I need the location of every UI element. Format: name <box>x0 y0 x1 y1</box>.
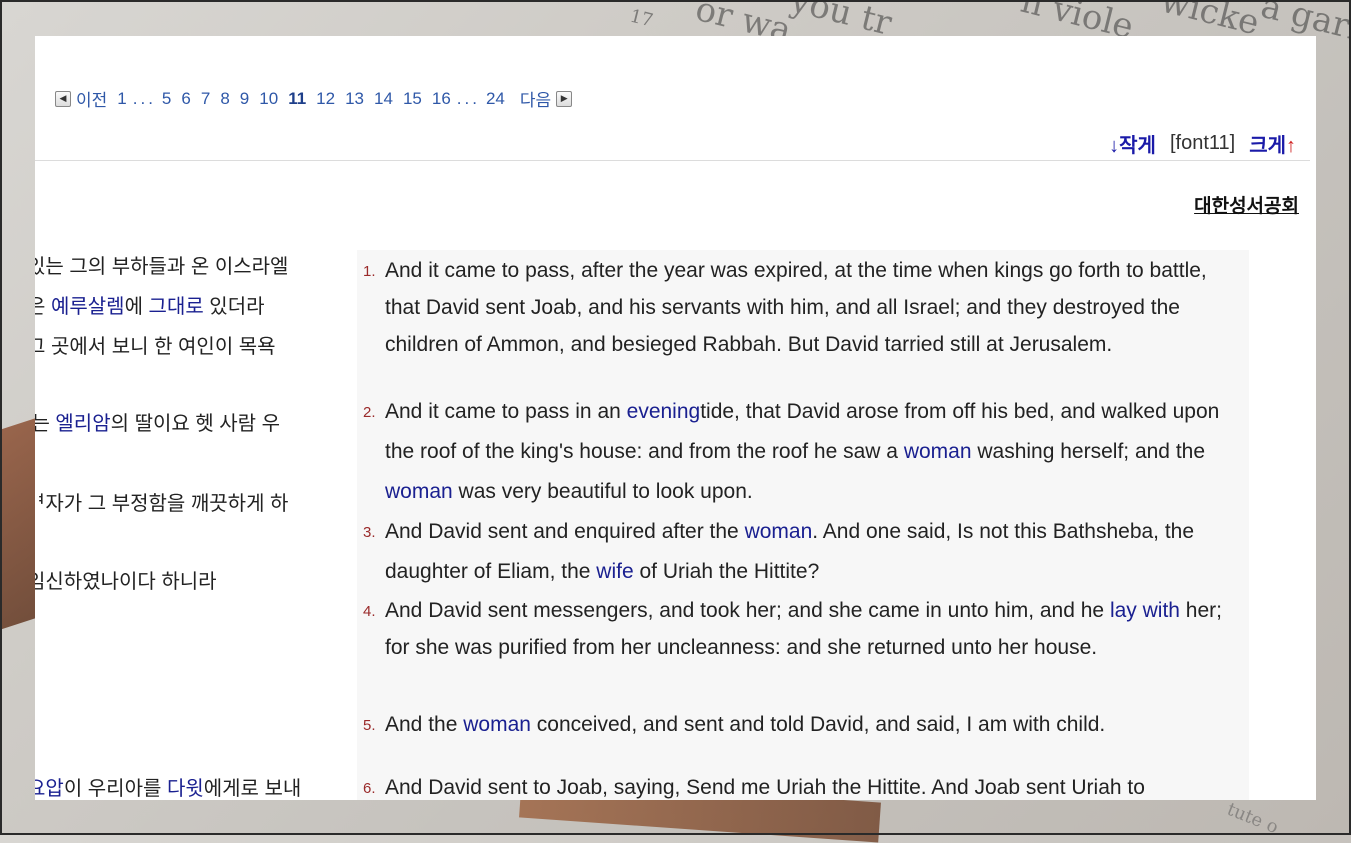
korean-line: 은 예루살렘에 그대로 있더라 <box>35 290 265 319</box>
text-fragment: 그 곳에서 보니 한 여인이 목욕 <box>35 336 276 358</box>
dictionary-link[interactable]: woman <box>463 713 531 736</box>
page-link-9[interactable]: 9 <box>240 89 249 108</box>
text-fragment: was very beautiful to look upon. <box>452 480 753 503</box>
text-fragment: And the <box>385 713 464 736</box>
text-fragment: 에 <box>124 296 149 318</box>
text-fragment: 있는 그의 부하들과 온 이스라엘 <box>35 256 289 278</box>
pagination: ◀ 이전 1... 5 6 7 8 9 10 11 12 13 14 15 16... 24 다음 ▶ <box>55 86 573 111</box>
page-link-5[interactable]: 5 <box>162 89 171 108</box>
next-arrow-icon[interactable]: ▶ <box>556 90 573 107</box>
text-fragment: And David sent to Joab, saying, Send me … <box>385 776 1145 799</box>
verse: 1. And it came to pass, after the year wa… <box>363 252 1243 363</box>
font-larger-button[interactable]: 크게↑ <box>1249 129 1296 158</box>
korean-line: l는 엘리암의 딸이요 헷 사람 우 <box>35 407 280 436</box>
page-link-10[interactable]: 10 <box>259 89 278 108</box>
font-size-indicator: [font11] <box>1169 132 1236 154</box>
text-fragment: 의 딸이요 헷 사람 우 <box>110 413 281 435</box>
verse-text: And it came to pass, after the year was … <box>385 252 1243 363</box>
next-page-link[interactable]: 다음 <box>520 86 551 111</box>
text-fragment: l는 <box>35 413 50 435</box>
page-link-16[interactable]: 16 <box>432 89 451 108</box>
verse-text: And David sent messengers, and took her;… <box>385 592 1243 666</box>
page-link-12[interactable]: 12 <box>316 89 335 108</box>
verse-number: 1. <box>363 263 376 280</box>
verse: 2. And it came to pass in an eveningtide,… <box>363 392 1243 512</box>
divider <box>35 160 1310 161</box>
dictionary-link[interactable]: woman <box>385 480 453 503</box>
dictionary-link[interactable]: 요압 <box>35 778 64 800</box>
page-ellipsis: ... <box>456 88 480 108</box>
page-link-8[interactable]: 8 <box>220 89 229 108</box>
text-fragment: And David sent and enquired after the <box>385 520 745 543</box>
verse-text: And it came to pass in an eveningtide, t… <box>385 392 1243 512</box>
page-link-13[interactable]: 13 <box>345 89 364 108</box>
english-verses-column: 1. And it came to pass, after the year wa… <box>357 250 1249 800</box>
text-fragment: 이 우리아를 <box>63 778 167 800</box>
verse-text: And David sent to Joab, saying, Send me … <box>385 770 1243 800</box>
dictionary-link[interactable]: wife <box>596 560 633 583</box>
publisher-link[interactable]: 대한성서공회 <box>1194 191 1299 218</box>
text-fragment: washing herself; and the <box>971 440 1206 463</box>
background-text: tute o <box>1224 798 1282 839</box>
verse-text: And the woman conceived, and sent and to… <box>385 707 1243 743</box>
text-fragment: of Uriah the Hittite? <box>633 560 820 583</box>
verse-number: 5. <box>363 717 376 734</box>
korean-line: 임신하였나이다 하니라 <box>35 565 217 594</box>
page-link-24[interactable]: 24 <box>486 89 505 108</box>
dictionary-link[interactable]: woman <box>745 520 813 543</box>
arrow-down-icon: ↓ <box>1109 135 1120 157</box>
dictionary-link[interactable]: 예루살렘 <box>51 296 125 318</box>
text-fragment: 에게로 보내 <box>203 778 302 800</box>
font-size-controls: ↓작게 [font11] 크게↑ <box>1109 129 1296 158</box>
korean-line: ᅧ자가 그 부정함을 깨끗하게 하 <box>35 487 288 516</box>
background-text: 17 <box>627 5 656 32</box>
dictionary-link[interactable]: 그대로 <box>149 296 204 318</box>
dictionary-link[interactable]: 엘리암 <box>55 413 110 435</box>
verse-number: 3. <box>363 524 376 541</box>
text-fragment: And it came to pass, after the year was … <box>385 259 1207 356</box>
page-link-15[interactable]: 15 <box>403 89 422 108</box>
verse-number: 2. <box>363 404 376 421</box>
korean-line: 요압이 우리아를 다윗에게로 보내 <box>35 772 301 800</box>
dictionary-link[interactable]: 다윗 <box>167 778 204 800</box>
page-link-6[interactable]: 6 <box>181 89 190 108</box>
page-ellipsis: ... <box>132 88 156 108</box>
verse: 3. And David sent and enquired after the … <box>363 512 1243 592</box>
verse-number: 6. <box>363 780 376 797</box>
page-link-1[interactable]: 1 <box>117 89 126 108</box>
verse: 5. And the woman conceived, and sent and … <box>363 707 1243 743</box>
verse-text: And David sent and enquired after the wo… <box>385 512 1243 592</box>
text-fragment: And David sent messengers, and took her;… <box>385 599 1110 622</box>
text-fragment: 임신하였나이다 하니라 <box>35 571 217 593</box>
font-smaller-label: 작게 <box>1119 135 1156 157</box>
font-larger-label: 크게 <box>1249 135 1286 157</box>
page-link-14[interactable]: 14 <box>374 89 393 108</box>
verse-number: 4. <box>363 603 376 620</box>
font-smaller-button[interactable]: ↓작게 <box>1109 129 1156 158</box>
dictionary-link[interactable]: evening <box>627 400 701 423</box>
bible-page-panel: ◀ 이전 1... 5 6 7 8 9 10 11 12 13 14 15 16... 24 다음 ▶ ↓… <box>35 36 1316 800</box>
verse: 4. And David sent messengers, and took he… <box>363 592 1243 666</box>
arrow-up-icon: ↑ <box>1286 135 1296 157</box>
text-fragment: And it came to pass in an <box>385 400 627 423</box>
text-fragment: 있더라 <box>203 296 265 318</box>
dictionary-link[interactable]: woman <box>904 440 972 463</box>
korean-line: 있는 그의 부하들과 온 이스라엘 <box>35 250 288 279</box>
page-link-7[interactable]: 7 <box>201 89 210 108</box>
prev-arrow-icon[interactable]: ◀ <box>55 90 71 107</box>
page-list: 1... 5 6 7 8 9 10 11 12 13 14 15 16... 24 <box>112 89 510 109</box>
page-link-11[interactable]: 11 <box>288 89 306 108</box>
prev-page-link[interactable]: 이전 <box>76 86 107 111</box>
dictionary-link[interactable]: lay with <box>1110 599 1180 622</box>
text-fragment: 은 <box>35 296 46 318</box>
text-fragment: conceived, and sent and told David, and … <box>530 713 1106 736</box>
text-fragment: ᅧ자가 그 부정함을 깨끗하게 하 <box>35 493 289 515</box>
verse: 6. And David sent to Joab, saying, Send m… <box>363 770 1243 800</box>
korean-line: 그 곳에서 보니 한 여인이 목욕 <box>35 330 276 359</box>
